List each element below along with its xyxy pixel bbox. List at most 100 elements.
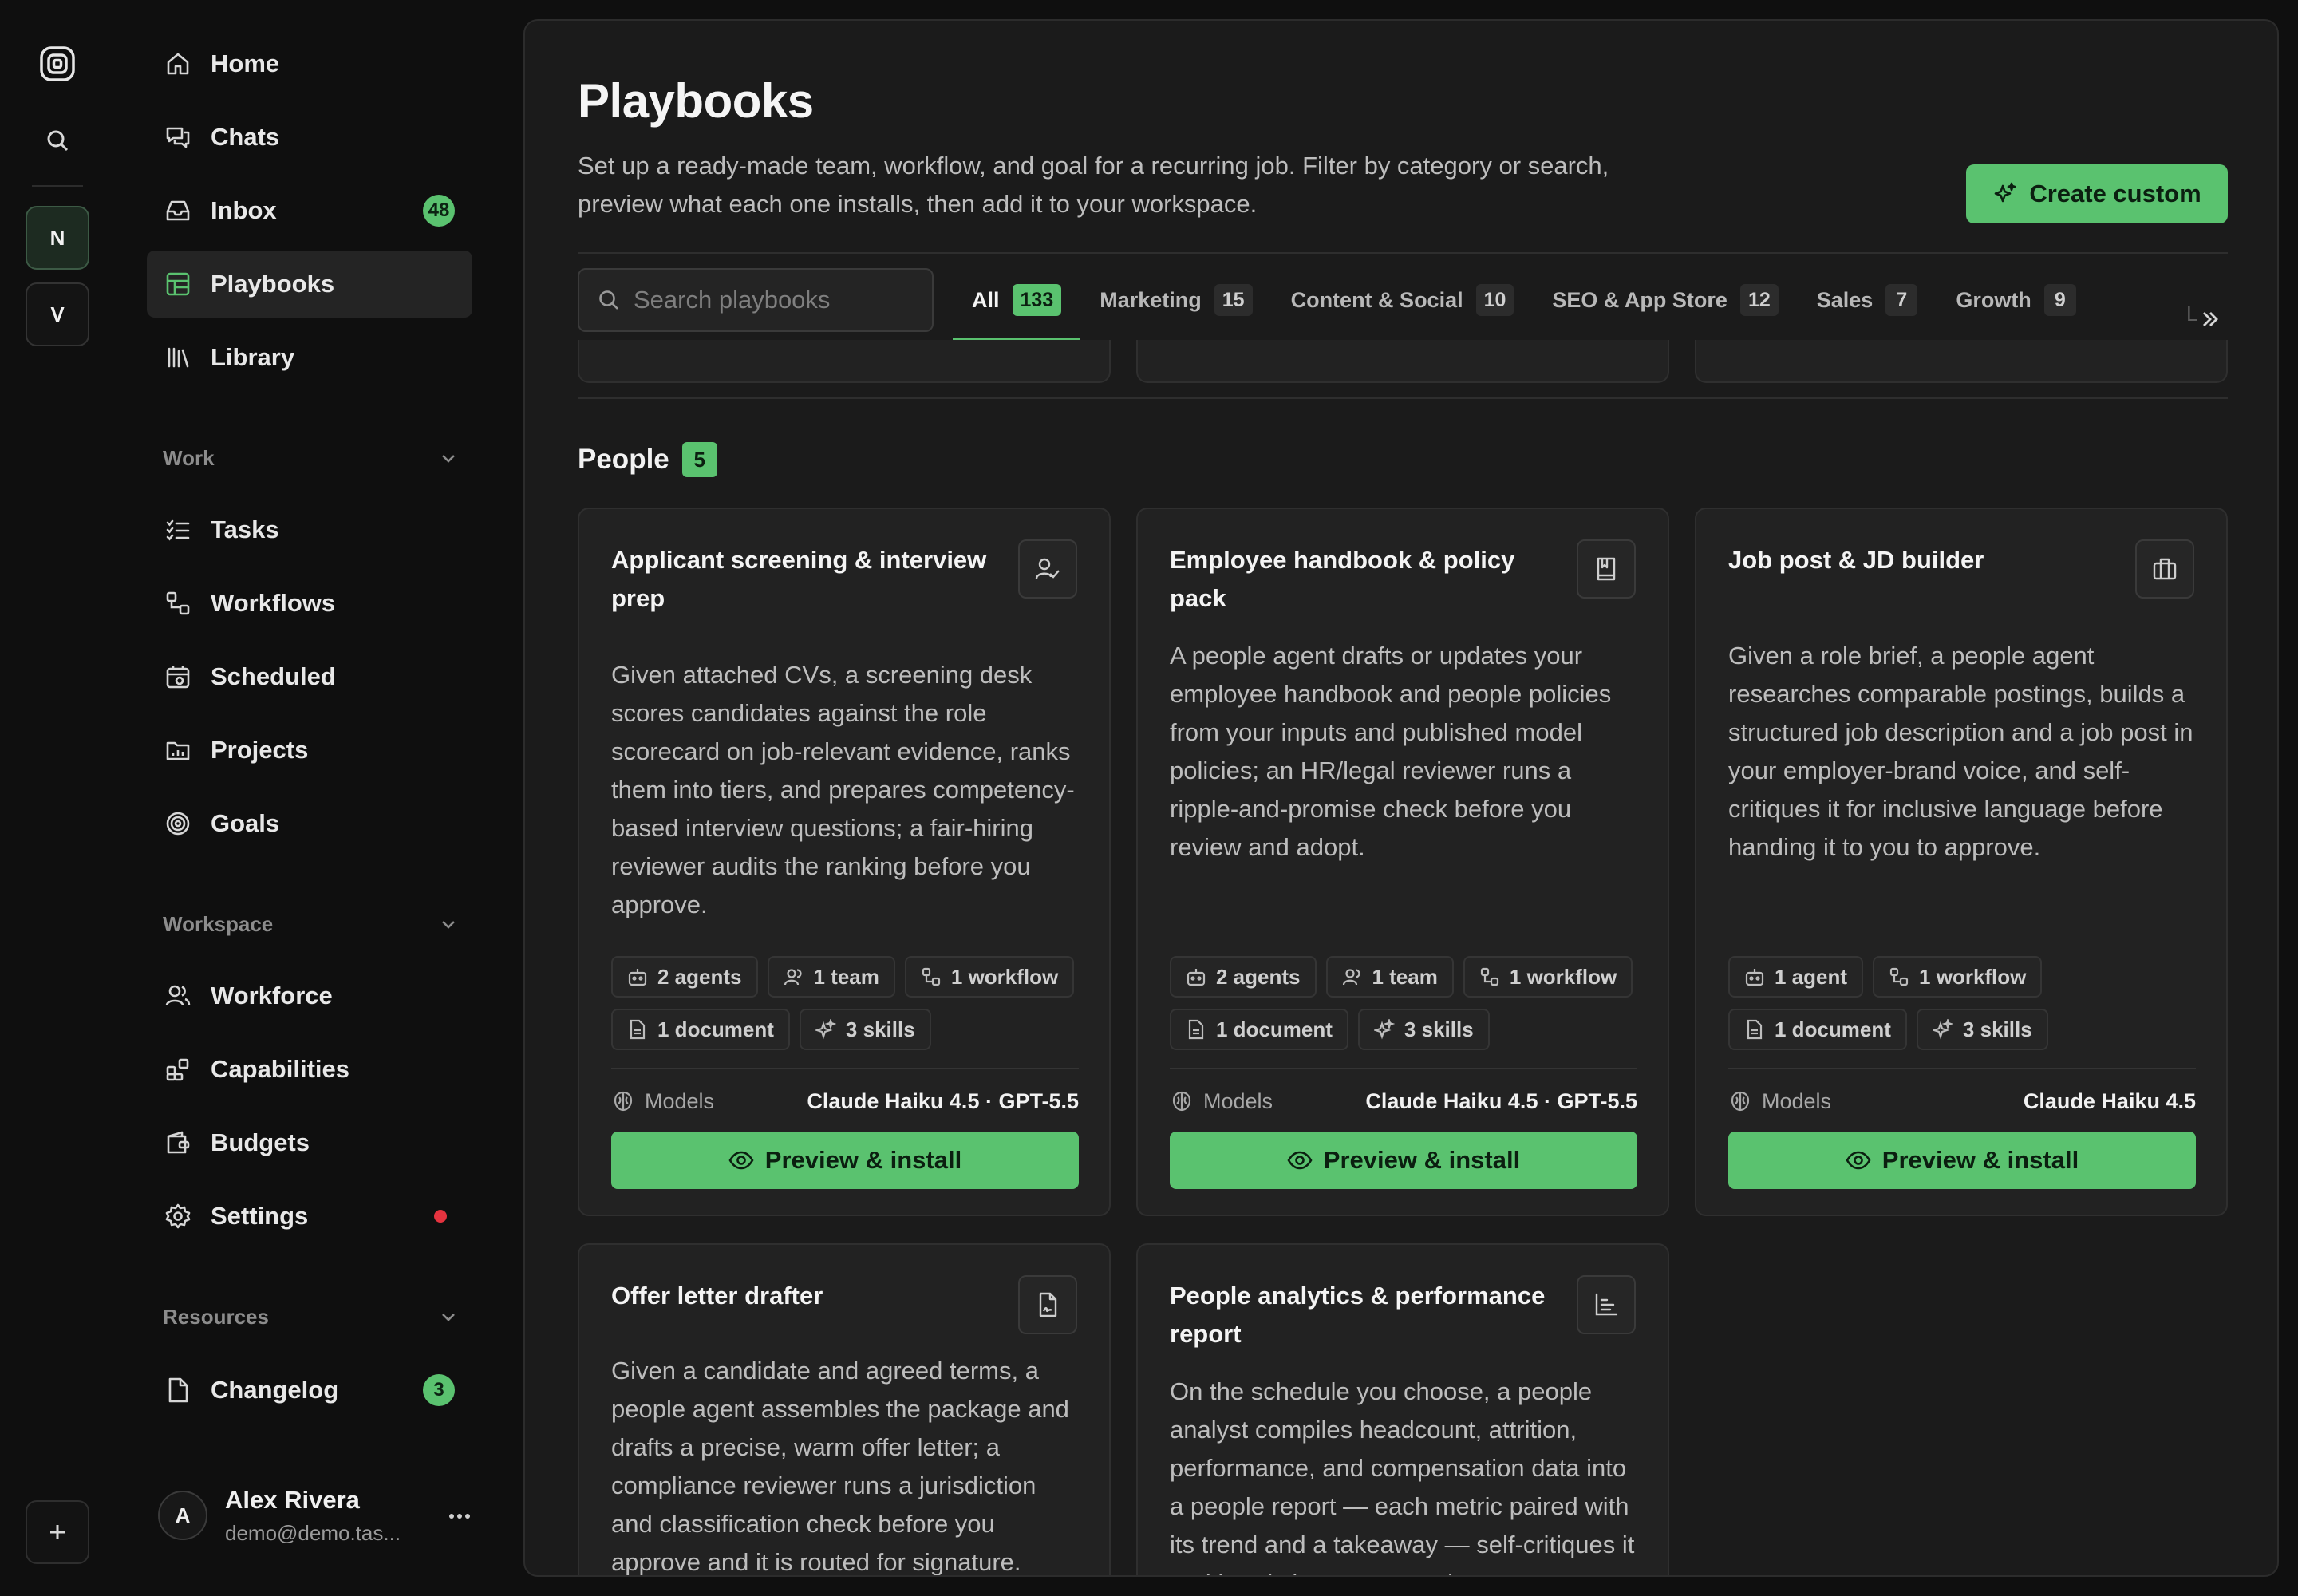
gear-icon [165, 1203, 191, 1229]
sidebar-item-settings[interactable]: Settings [147, 1183, 472, 1250]
brain-icon [1731, 1091, 1750, 1112]
brain-icon [614, 1091, 633, 1112]
chevron-down-icon [442, 455, 455, 463]
workspace-rail: N V [0, 0, 116, 1596]
sidebar-item-library[interactable]: Library [147, 324, 472, 391]
category-tabs: All 133 Marketing 15 Content & Social 10… [953, 268, 2095, 340]
workspace-section-header[interactable]: Workspace [163, 908, 458, 940]
workflow-icon [922, 967, 940, 986]
target-icon [166, 812, 190, 836]
sidebar-item-budgets[interactable]: Budgets [147, 1109, 472, 1176]
sidebar-item-workforce[interactable]: Workforce [147, 962, 472, 1029]
sidebar-item-label: Library [211, 343, 295, 371]
sidebar-item-inbox[interactable]: Inbox 48 [147, 177, 472, 244]
playbooks-icon [166, 272, 190, 296]
user-profile[interactable]: A Alex Rivera demo@demo.tas... [158, 1478, 474, 1555]
section-title: Work [163, 445, 215, 470]
work-section-header[interactable]: Work [163, 442, 458, 474]
tab-growth[interactable]: Growth 9 [1937, 268, 2095, 332]
chip-agents: 2 agents [611, 956, 758, 998]
search-input[interactable]: Search playbooks [578, 268, 934, 332]
card-description: Given a role brief, a people agent resea… [1728, 642, 2193, 861]
card-description: A people agent drafts or updates your em… [1170, 642, 1612, 861]
rail-divider [32, 185, 83, 187]
create-custom-label: Create custom [2029, 180, 2201, 207]
card-partial [1136, 340, 1669, 383]
sidebar-item-label: Goals [211, 809, 280, 837]
document-icon [1747, 1019, 1763, 1040]
sidebar-item-chats[interactable]: Chats [147, 104, 472, 171]
workspace-switch-v[interactable]: V [26, 282, 89, 346]
card-title: People analytics & performance report [1170, 1282, 1546, 1348]
tab-marketing[interactable]: Marketing 15 [1080, 268, 1271, 332]
card-partial [578, 340, 1111, 383]
sidebar-item-playbooks[interactable]: Playbooks [147, 251, 472, 318]
sidebar-item-tasks[interactable]: Tasks [147, 496, 472, 563]
playbook-card[interactable]: Employee handbook & policy pack A people… [1136, 508, 1669, 1216]
home-icon [167, 53, 189, 75]
eye-icon [728, 1151, 754, 1170]
models-label: Models [645, 1088, 715, 1113]
chats-icon [166, 127, 190, 148]
bar-chart-icon [1577, 1275, 1636, 1334]
tab-count: 133 [1012, 284, 1062, 316]
tab-all[interactable]: All 133 [953, 268, 1081, 340]
sidebar-item-capabilities[interactable]: Capabilities [147, 1036, 472, 1103]
chevrons-right-icon[interactable] [2193, 302, 2228, 337]
sparkles-icon [815, 1019, 836, 1040]
sidebar-item-label: Playbooks [211, 270, 335, 298]
resources-section-header[interactable]: Resources [163, 1301, 458, 1333]
preview-install-button[interactable]: Preview & install [1728, 1132, 2196, 1189]
playbook-card[interactable]: People analytics & performance report On… [1136, 1243, 1669, 1575]
models-value: Claude Haiku 4.5 · GPT-5.5 [1365, 1088, 1637, 1113]
tab-sales[interactable]: Sales 7 [1798, 268, 1937, 332]
tab-count: 10 [1475, 284, 1514, 316]
sidebar-item-scheduled[interactable]: Scheduled [147, 643, 472, 710]
workflow-icon [1480, 967, 1498, 986]
sidebar-item-label: Inbox [211, 196, 277, 224]
add-workspace-button[interactable] [26, 1500, 89, 1564]
playbook-card[interactable]: Applicant screening & interview prep Giv… [578, 508, 1111, 1216]
tab-label: Content & Social [1290, 287, 1463, 312]
chip-document: 1 document [611, 1009, 790, 1050]
tab-count: 7 [1885, 284, 1918, 316]
chip-team: 1 team [767, 956, 895, 998]
sidebar-item-workflows[interactable]: Workflows [147, 570, 472, 637]
preview-install-button[interactable]: Preview & install [1170, 1132, 1637, 1189]
sidebar-item-label: Home [211, 49, 280, 77]
app-logo-icon[interactable] [38, 45, 77, 83]
sidebar-item-changelog[interactable]: Changelog 3 [147, 1357, 472, 1424]
preview-install-button[interactable]: Preview & install [611, 1132, 1079, 1189]
search-icon[interactable] [45, 128, 70, 153]
sidebar-item-home[interactable]: Home [147, 30, 472, 97]
card-divider [1728, 1068, 2196, 1069]
sidebar-item-label: Projects [211, 736, 309, 764]
sparkles-icon [1932, 1019, 1953, 1040]
users-icon [784, 969, 802, 986]
playbook-card[interactable]: Job post & JD builder Given a role brief… [1695, 508, 2228, 1216]
eye-icon [1287, 1151, 1313, 1170]
sidebar-item-label: Chats [211, 123, 280, 151]
sidebar-item-label: Workforce [211, 982, 333, 1009]
user-name: Alex Rivera [225, 1486, 360, 1514]
more-options-icon[interactable] [445, 1502, 474, 1531]
create-custom-button[interactable]: Create custom [1966, 164, 2228, 223]
workflows-icon [166, 591, 190, 615]
document-icon [1188, 1019, 1204, 1040]
card-divider [611, 1068, 1079, 1069]
tasks-icon [166, 519, 190, 541]
tab-content-social[interactable]: Content & Social 10 [1272, 268, 1534, 332]
chip-workflow: 1 workflow [904, 956, 1075, 998]
sidebar-item-label: Scheduled [211, 662, 336, 690]
tab-label: SEO & App Store [1552, 287, 1727, 312]
sidebar-item-goals[interactable]: Goals [147, 790, 472, 857]
tab-seo-app-store[interactable]: SEO & App Store 12 [1533, 268, 1797, 332]
workspace-switch-n[interactable]: N [26, 206, 89, 270]
header-divider [578, 252, 2228, 254]
playbook-card[interactable]: Offer letter drafter Given a candidate a… [578, 1243, 1111, 1575]
page-title: Playbooks [578, 74, 814, 128]
sidebar-item-projects[interactable]: Projects [147, 717, 472, 784]
page-description: Set up a ready-made team, workflow, and … [578, 152, 1609, 218]
install-label: Preview & install [764, 1146, 962, 1174]
card-title: Job post & JD builder [1728, 546, 1984, 574]
